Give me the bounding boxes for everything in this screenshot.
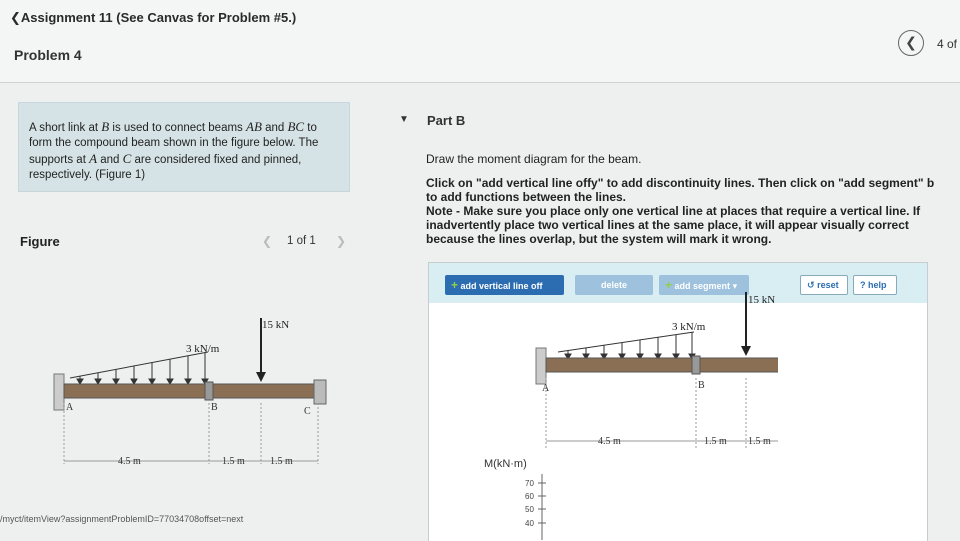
moment-tick-label: 60 [525,492,534,501]
instruction-notes: Click on "add vertical line offy" to add… [426,176,960,246]
beam [545,357,778,373]
drawing-canvas[interactable]: 3 kN/m 15 kN A B C 4.5 m 1.5 m 1.5 m M(k… [428,286,778,540]
button-label: help [868,280,887,290]
dim-1-5m-a: 1.5 m [704,436,727,447]
fixed-support-a [53,373,65,411]
part-title: Part B [427,113,466,128]
var-BC: BC [287,119,305,134]
help-button[interactable]: ? help [853,275,897,295]
dimension-guides [63,403,319,464]
statement-text: A short link at [29,122,102,134]
figure-label: Figure [20,234,60,249]
label-b: B [211,402,218,413]
beam [63,383,319,399]
button-label: reset [817,280,839,290]
label-c: C [304,406,311,417]
problem-statement-box: A short link at B is used to connect bea… [18,102,350,192]
link-b [691,355,701,375]
fixed-support-a [535,347,547,385]
var-AB: AB [246,119,262,134]
dist-load-label: 3 kN/m [186,343,220,355]
dim-4-5m: 4.5 m [118,456,141,467]
link-b [204,381,214,401]
beam-figure: 3 kN/m 15 kN A B C 4.5 m 1.5 m 1.5 m [53,318,327,467]
var-A: A [89,151,98,166]
distributed-load-arrows [69,351,209,385]
pin-support-c [313,379,327,405]
figure-link[interactable]: (Figure 1) [95,169,145,181]
moment-tick-label: 50 [525,505,534,514]
var-B: B [101,119,110,134]
load-line [557,331,695,353]
dim-4-5m: 4.5 m [598,436,621,447]
figure-next-button[interactable]: ❯ [336,234,346,248]
instruction-line: Note - Make sure you place only one vert… [426,204,921,218]
dim-1-5m-b: 1.5 m [270,456,293,467]
var-C: C [122,151,132,166]
statement-text: is used to connect beams [109,122,246,134]
moment-tick-label: 40 [525,519,534,528]
point-load-label: 15 kN [262,319,289,331]
instruction-line: to add functions between the lines. [426,190,627,204]
help-icon: ? [860,280,866,290]
prev-problem-button[interactable]: ❮ [898,30,924,56]
instruction-line: Click on "add vertical line offy" to add… [426,176,935,190]
moment-axis-label: M(kN·m) [484,458,527,470]
top-bar: ❮Assignment 11 (See Canvas for Problem #… [0,0,960,83]
problem-page-count: 4 of [937,37,958,51]
instruction-line: inadvertently place two vertical lines a… [426,218,909,232]
moment-tick-label: 70 [525,479,534,488]
instruction-line: because the lines overlap, but the syste… [426,232,772,246]
statement-text: and [97,154,123,166]
status-url: /myct/itemView?assignmentProblemID=77034… [0,514,244,524]
label-b: B [698,380,705,391]
figure-prev-button[interactable]: ❮ [262,234,272,248]
distributed-load-arrows [557,331,696,360]
dim-1-5m-a: 1.5 m [222,456,245,467]
dim-1-5m-b: 1.5 m [748,436,771,447]
part-collapse-toggle[interactable]: ▼ [399,114,409,125]
problem-title: Problem 4 [14,47,82,63]
label-a: A [542,383,550,394]
dist-load-label: 3 kN/m [672,321,706,333]
statement-text: and [261,122,288,134]
breadcrumb-back-link[interactable]: ❮Assignment 11 (See Canvas for Problem #… [10,10,296,26]
problem-statement: A short link at B is used to connect bea… [29,119,329,183]
reset-icon: ↺ [807,280,815,290]
load-line [69,351,209,379]
reset-button[interactable]: ↺ reset [800,275,848,295]
figure-page-indicator: 1 of 1 [287,235,316,247]
label-a: A [66,402,74,413]
instruction-main: Draw the moment diagram for the beam. [426,152,642,166]
point-load-label: 15 kN [748,294,775,306]
